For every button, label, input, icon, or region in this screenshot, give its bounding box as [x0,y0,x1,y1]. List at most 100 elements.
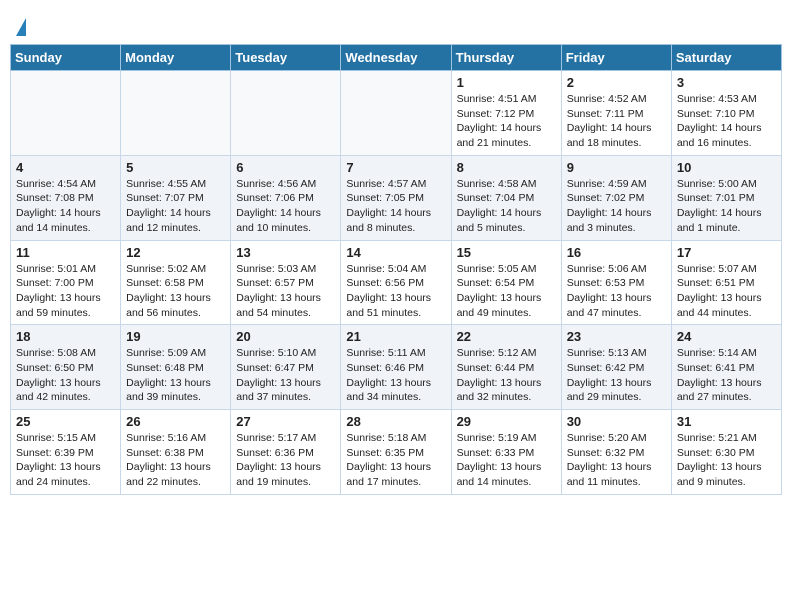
cell-content: Sunrise: 4:54 AMSunset: 7:08 PMDaylight:… [16,177,115,236]
cell-content: Sunrise: 5:13 AMSunset: 6:42 PMDaylight:… [567,346,666,405]
day-number: 17 [677,245,776,260]
calendar-cell: 20 Sunrise: 5:10 AMSunset: 6:47 PMDayligh… [231,325,341,410]
day-number: 3 [677,75,776,90]
cell-content: Sunrise: 4:57 AMSunset: 7:05 PMDaylight:… [346,177,445,236]
calendar-cell [11,71,121,156]
calendar-cell: 15Sunrise: 5:05 AMSunset: 6:54 PMDayligh… [451,240,561,325]
cell-content: Sunrise: 5:01 AMSunset: 7:00 PMDaylight:… [16,262,115,321]
calendar-cell: 16 Sunrise: 5:06 AMSunset: 6:53 PMDayligh… [561,240,671,325]
cell-content: Sunrise: 5:04 AMSunset: 6:56 PMDaylight:… [346,262,445,321]
calendar-cell: 11 Sunrise: 5:01 AMSunset: 7:00 PMDayligh… [11,240,121,325]
cell-content: Sunrise: 5:12 AMSunset: 6:44 PMDaylight:… [457,346,556,405]
day-number: 12 [126,245,225,260]
calendar-cell: 1Sunrise: 4:51 AMSunset: 7:12 PMDaylight… [451,71,561,156]
calendar-cell: 31 Sunrise: 5:21 AMSunset: 6:30 PMDayligh… [671,410,781,495]
calendar-cell: 13 Sunrise: 5:03 AMSunset: 6:57 PMDayligh… [231,240,341,325]
day-number: 8 [457,160,556,175]
cell-content: Sunrise: 5:00 AMSunset: 7:01 PMDaylight:… [677,177,776,236]
calendar-cell: 10 Sunrise: 5:00 AMSunset: 7:01 PMDayligh… [671,155,781,240]
cell-content: Sunrise: 5:20 AMSunset: 6:32 PMDaylight:… [567,431,666,490]
week-row-5: 25 Sunrise: 5:15 AMSunset: 6:39 PMDayligh… [11,410,782,495]
day-number: 2 [567,75,666,90]
cell-content: Sunrise: 5:03 AMSunset: 6:57 PMDaylight:… [236,262,335,321]
weekday-header-tuesday: Tuesday [231,45,341,71]
day-number: 21 [346,329,445,344]
calendar-cell: 25 Sunrise: 5:15 AMSunset: 6:39 PMDayligh… [11,410,121,495]
cell-content: Sunrise: 5:14 AMSunset: 6:41 PMDaylight:… [677,346,776,405]
cell-content: Sunrise: 5:16 AMSunset: 6:38 PMDaylight:… [126,431,225,490]
day-number: 18 [16,329,115,344]
cell-content: Sunrise: 4:55 AMSunset: 7:07 PMDaylight:… [126,177,225,236]
calendar-cell: 27 Sunrise: 5:17 AMSunset: 6:36 PMDayligh… [231,410,341,495]
calendar-cell: 26 Sunrise: 5:16 AMSunset: 6:38 PMDayligh… [121,410,231,495]
day-number: 5 [126,160,225,175]
calendar-cell: 12 Sunrise: 5:02 AMSunset: 6:58 PMDayligh… [121,240,231,325]
day-number: 14 [346,245,445,260]
cell-content: Sunrise: 5:19 AMSunset: 6:33 PMDaylight:… [457,431,556,490]
weekday-header-friday: Friday [561,45,671,71]
calendar-cell [341,71,451,156]
calendar-cell: 28Sunrise: 5:18 AMSunset: 6:35 PMDayligh… [341,410,451,495]
page-header [10,10,782,36]
day-number: 24 [677,329,776,344]
calendar-cell [121,71,231,156]
day-number: 13 [236,245,335,260]
day-number: 27 [236,414,335,429]
cell-content: Sunrise: 5:06 AMSunset: 6:53 PMDaylight:… [567,262,666,321]
day-number: 31 [677,414,776,429]
cell-content: Sunrise: 4:58 AMSunset: 7:04 PMDaylight:… [457,177,556,236]
calendar-cell: 8 Sunrise: 4:58 AMSunset: 7:04 PMDaylight… [451,155,561,240]
logo [14,18,26,36]
calendar-cell: 23 Sunrise: 5:13 AMSunset: 6:42 PMDayligh… [561,325,671,410]
calendar-cell: 19 Sunrise: 5:09 AMSunset: 6:48 PMDayligh… [121,325,231,410]
day-number: 10 [677,160,776,175]
cell-content: Sunrise: 5:07 AMSunset: 6:51 PMDaylight:… [677,262,776,321]
day-number: 16 [567,245,666,260]
cell-content: Sunrise: 5:05 AMSunset: 6:54 PMDaylight:… [457,262,556,321]
cell-content: Sunrise: 5:21 AMSunset: 6:30 PMDaylight:… [677,431,776,490]
calendar-cell: 17 Sunrise: 5:07 AMSunset: 6:51 PMDayligh… [671,240,781,325]
day-number: 28 [346,414,445,429]
cell-content: Sunrise: 4:56 AMSunset: 7:06 PMDaylight:… [236,177,335,236]
calendar-cell: 5 Sunrise: 4:55 AMSunset: 7:07 PMDaylight… [121,155,231,240]
day-number: 23 [567,329,666,344]
day-number: 4 [16,160,115,175]
calendar-cell: 18 Sunrise: 5:08 AMSunset: 6:50 PMDayligh… [11,325,121,410]
day-number: 9 [567,160,666,175]
cell-content: Sunrise: 4:53 AMSunset: 7:10 PMDaylight:… [677,92,776,151]
weekday-header-monday: Monday [121,45,231,71]
cell-content: Sunrise: 5:17 AMSunset: 6:36 PMDaylight:… [236,431,335,490]
calendar-cell: 7 Sunrise: 4:57 AMSunset: 7:05 PMDaylight… [341,155,451,240]
weekday-header-sunday: Sunday [11,45,121,71]
cell-content: Sunrise: 5:15 AMSunset: 6:39 PMDaylight:… [16,431,115,490]
day-number: 19 [126,329,225,344]
day-number: 25 [16,414,115,429]
calendar-cell: 2 Sunrise: 4:52 AMSunset: 7:11 PMDaylight… [561,71,671,156]
weekday-header-row: SundayMondayTuesdayWednesdayThursdayFrid… [11,45,782,71]
day-number: 30 [567,414,666,429]
calendar-table: SundayMondayTuesdayWednesdayThursdayFrid… [10,44,782,495]
day-number: 29 [457,414,556,429]
day-number: 6 [236,160,335,175]
cell-content: Sunrise: 5:10 AMSunset: 6:47 PMDaylight:… [236,346,335,405]
weekday-header-saturday: Saturday [671,45,781,71]
cell-content: Sunrise: 4:52 AMSunset: 7:11 PMDaylight:… [567,92,666,151]
calendar-cell: 9Sunrise: 4:59 AMSunset: 7:02 PMDaylight… [561,155,671,240]
weekday-header-wednesday: Wednesday [341,45,451,71]
week-row-3: 11 Sunrise: 5:01 AMSunset: 7:00 PMDayligh… [11,240,782,325]
cell-content: Sunrise: 4:51 AMSunset: 7:12 PMDaylight:… [457,92,556,151]
logo-triangle-icon [16,18,26,36]
day-number: 11 [16,245,115,260]
cell-content: Sunrise: 5:02 AMSunset: 6:58 PMDaylight:… [126,262,225,321]
calendar-cell: 3 Sunrise: 4:53 AMSunset: 7:10 PMDaylight… [671,71,781,156]
weekday-header-thursday: Thursday [451,45,561,71]
day-number: 20 [236,329,335,344]
day-number: 7 [346,160,445,175]
calendar-cell: 6 Sunrise: 4:56 AMSunset: 7:06 PMDaylight… [231,155,341,240]
calendar-cell: 24 Sunrise: 5:14 AMSunset: 6:41 PMDayligh… [671,325,781,410]
day-number: 26 [126,414,225,429]
week-row-1: 1Sunrise: 4:51 AMSunset: 7:12 PMDaylight… [11,71,782,156]
cell-content: Sunrise: 5:09 AMSunset: 6:48 PMDaylight:… [126,346,225,405]
cell-content: Sunrise: 5:08 AMSunset: 6:50 PMDaylight:… [16,346,115,405]
calendar-cell: 22Sunrise: 5:12 AMSunset: 6:44 PMDayligh… [451,325,561,410]
